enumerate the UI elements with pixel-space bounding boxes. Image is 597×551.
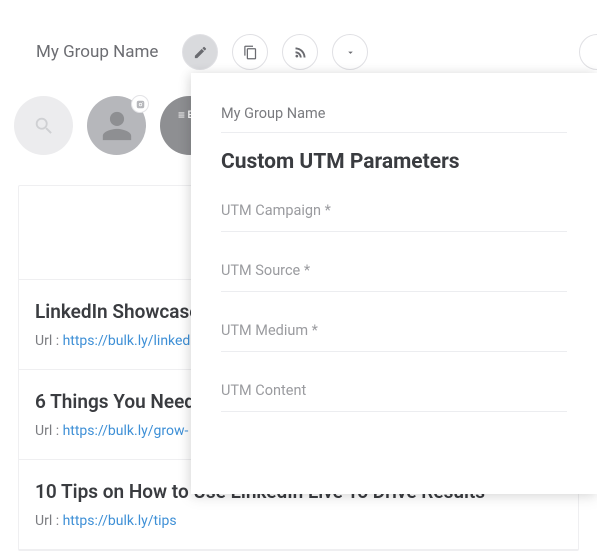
search-icon bbox=[33, 115, 55, 137]
rss-icon bbox=[293, 45, 308, 60]
page-title: My Group Name bbox=[36, 42, 158, 62]
utm-panel: My Group Name Custom UTM Parameters UTM … bbox=[191, 73, 597, 494]
instagram-icon bbox=[136, 100, 145, 109]
utm-medium-field[interactable]: UTM Medium * bbox=[221, 312, 567, 352]
url-prefix: Url : bbox=[35, 513, 63, 529]
add-account-avatar[interactable] bbox=[14, 96, 73, 155]
copy-icon bbox=[243, 45, 258, 60]
utm-campaign-label: UTM Campaign * bbox=[221, 202, 567, 219]
header-bar: My Group Name bbox=[0, 0, 597, 70]
url-prefix: Url : bbox=[35, 423, 63, 439]
utm-source-label: UTM Source * bbox=[221, 262, 567, 279]
url-prefix: Url : bbox=[35, 333, 63, 349]
post-url-link[interactable]: https://bulk.ly/tips bbox=[63, 513, 177, 529]
person-icon bbox=[100, 109, 134, 143]
dropdown-button[interactable] bbox=[332, 34, 368, 70]
utm-content-label: UTM Content bbox=[221, 382, 567, 399]
edit-button[interactable] bbox=[182, 34, 218, 70]
utm-source-field[interactable]: UTM Source * bbox=[221, 252, 567, 292]
rss-button[interactable] bbox=[282, 34, 318, 70]
utm-medium-label: UTM Medium * bbox=[221, 322, 567, 339]
panel-section-title: Custom UTM Parameters bbox=[221, 150, 567, 174]
post-url-link[interactable]: https://bulk.ly/linkedin bbox=[63, 333, 202, 349]
pencil-icon bbox=[193, 45, 208, 60]
post-url-link[interactable]: https://bulk.ly/grow- bbox=[63, 423, 189, 439]
chevron-down-icon bbox=[345, 47, 356, 58]
utm-campaign-field[interactable]: UTM Campaign * bbox=[221, 192, 567, 232]
copy-button[interactable] bbox=[232, 34, 268, 70]
utm-content-field[interactable]: UTM Content bbox=[221, 372, 567, 412]
instagram-badge bbox=[131, 95, 149, 113]
panel-group-name: My Group Name bbox=[221, 105, 567, 133]
post-url-line: Url : https://bulk.ly/tips bbox=[35, 513, 562, 529]
profile-avatar[interactable] bbox=[87, 96, 146, 155]
